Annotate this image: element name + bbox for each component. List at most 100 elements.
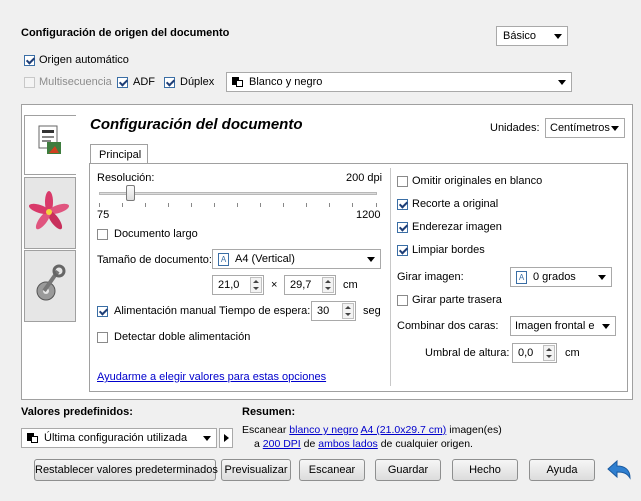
spinner-icon[interactable] [342, 303, 354, 319]
tab-advanced-settings[interactable] [24, 250, 76, 322]
combine-dropdown[interactable]: Imagen frontal e [510, 316, 616, 336]
save-button[interactable]: Guardar [375, 459, 441, 481]
height-threshold-unit: cm [565, 347, 580, 359]
skip-blank-checkbox[interactable] [397, 176, 408, 187]
tab-document-settings[interactable] [24, 115, 76, 175]
wait-time-label: Tiempo de espera: [219, 305, 311, 317]
resolution-label: Resolución: [97, 172, 155, 184]
long-document-label: Documento largo [114, 228, 198, 240]
chevron-down-icon [554, 34, 562, 39]
preview-button[interactable]: Previsualizar [221, 459, 291, 481]
height-threshold-label: Umbral de altura: [425, 347, 510, 359]
manual-feed-label: Alimentación manual [114, 305, 217, 317]
rotate-value: 0 grados [533, 271, 576, 283]
page-icon: A [516, 271, 527, 284]
back-arrow-svg [607, 459, 631, 480]
duplex-checkbox[interactable] [164, 77, 175, 88]
resolution-slider[interactable] [97, 185, 379, 212]
auto-source-checkbox[interactable] [24, 55, 35, 66]
document-settings-icon [38, 125, 61, 154]
help-button[interactable]: Ayuda [529, 459, 595, 481]
chevron-down-icon [558, 80, 566, 85]
crop-checkbox[interactable] [397, 199, 408, 210]
source-title: Configuración de origen del documento [21, 27, 230, 39]
slider-thumb[interactable] [125, 185, 135, 201]
reset-defaults-button[interactable]: Restablecer valores predeterminados [34, 459, 218, 481]
spinner-icon[interactable] [322, 277, 334, 293]
clean-edges-checkbox[interactable] [397, 245, 408, 256]
help-link[interactable]: Ayudarme a elegir valores para estas opc… [97, 371, 326, 383]
document-size-label: Tamaño de documento: [97, 254, 212, 266]
document-size-dropdown[interactable]: A A4 (Vertical) [212, 249, 381, 269]
wait-time-stepper[interactable]: 30 [311, 301, 356, 321]
straighten-label: Enderezar imagen [412, 221, 502, 233]
summary-line-1: Escanear blanco y negro A4 (21.0x29.7 cm… [242, 424, 502, 436]
scan-button[interactable]: Escanear [299, 459, 365, 481]
slider-track [99, 192, 377, 195]
spinner-icon[interactable] [250, 277, 262, 293]
manual-feed-checkbox[interactable] [97, 306, 108, 317]
multisequence-checkbox[interactable] [24, 77, 35, 88]
double-feed-checkbox[interactable] [97, 332, 108, 343]
chevron-down-icon [203, 436, 211, 441]
times-sign: × [271, 279, 278, 291]
tab-image-settings[interactable] [24, 177, 76, 249]
color-mode-value: Blanco y negro [249, 76, 323, 88]
chevron-down-icon [602, 324, 610, 329]
preset-menu-button[interactable] [219, 428, 233, 448]
crop-label: Recorte a original [412, 198, 499, 210]
adf-label: ADF [133, 76, 155, 88]
spinner-icon[interactable] [543, 345, 555, 361]
summary-size-link[interactable]: A4 (21.0x29.7 cm) [361, 424, 447, 436]
summary-dpi-link[interactable]: 200 DPI [263, 438, 301, 450]
presets-label: Valores predefinidos: [21, 406, 133, 418]
wait-time-unit: seg [363, 305, 381, 317]
chevron-down-icon [598, 275, 606, 280]
width-value: 21,0 [218, 279, 240, 291]
summary-text: a [254, 438, 260, 450]
page-icon: A [218, 253, 229, 266]
color-mode-dropdown[interactable]: Blanco y negro [226, 72, 572, 92]
summary-sides-link[interactable]: ambos lados [318, 438, 378, 450]
resolution-value: 200 dpi [346, 172, 383, 184]
tab-principal-label: Principal [99, 149, 142, 161]
units-value: Centímetros [550, 122, 610, 134]
summary-text: imagen(es) [449, 424, 502, 436]
panel-title: Configuración del documento [90, 116, 303, 133]
chevron-down-icon [367, 257, 375, 262]
summary-label: Resumen: [242, 406, 296, 418]
preset-value: Última configuración utilizada [44, 432, 188, 444]
back-arrow-icon[interactable] [606, 458, 634, 482]
done-button[interactable]: Hecho [452, 459, 518, 481]
auto-source-label: Origen automático [39, 54, 129, 66]
rotate-back-label: Girar parte trasera [412, 294, 502, 306]
adf-checkbox[interactable] [117, 77, 128, 88]
height-stepper[interactable]: 29,7 [284, 275, 336, 295]
height-value: 29,7 [290, 279, 312, 291]
color-mode-icon [232, 77, 244, 87]
long-document-checkbox[interactable] [97, 229, 108, 240]
double-feed-label: Detectar doble alimentación [114, 331, 251, 343]
straighten-checkbox[interactable] [397, 222, 408, 233]
width-stepper[interactable]: 21,0 [212, 275, 264, 295]
flower-icon [28, 191, 70, 230]
chevron-right-icon [224, 434, 229, 442]
document-size-value: A4 (Vertical) [235, 253, 295, 265]
height-threshold-stepper[interactable]: 0,0 [512, 343, 557, 363]
mode-value: Básico [503, 30, 537, 42]
preset-icon [27, 433, 39, 443]
rotate-dropdown[interactable]: A 0 grados [510, 267, 612, 287]
resolution-min: 75 [97, 209, 110, 221]
summary-color-link[interactable]: blanco y negro [289, 424, 358, 436]
chevron-down-icon [611, 126, 619, 131]
mode-dropdown[interactable]: Básico [496, 26, 568, 46]
wait-time-value: 30 [317, 305, 330, 317]
units-dropdown[interactable]: Centímetros [545, 118, 625, 138]
rotate-back-checkbox[interactable] [397, 295, 408, 306]
rotate-label: Girar imagen: [397, 271, 464, 283]
height-threshold-value: 0,0 [518, 347, 534, 359]
preset-dropdown[interactable]: Última configuración utilizada [21, 428, 217, 448]
summary-text: Escanear [242, 424, 287, 436]
tab-principal[interactable]: Principal [90, 144, 148, 164]
tools-icon [36, 264, 66, 301]
